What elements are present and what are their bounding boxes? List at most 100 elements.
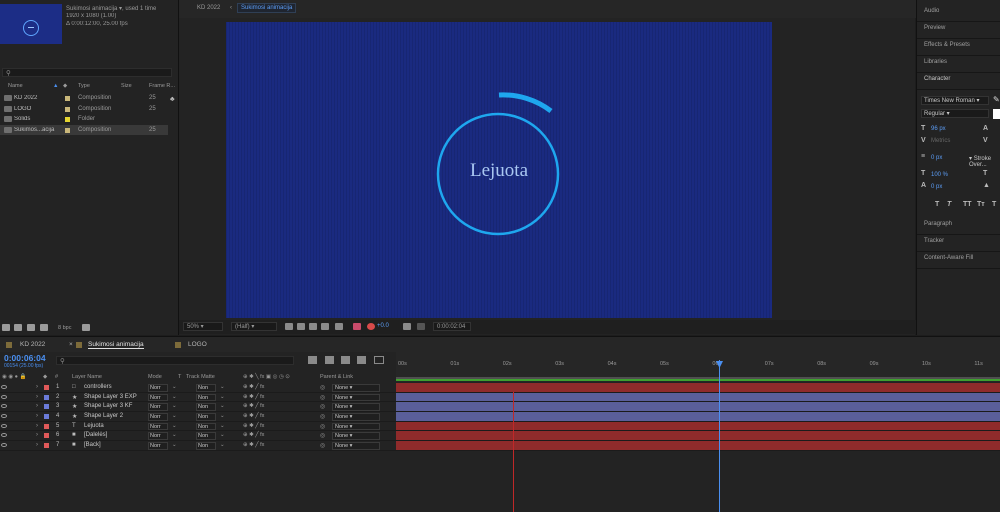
layer-row[interactable]: › 2 ★ Shape Layer 3 EXP Norr ⌄ Non ⌄ ⊕ ✱ ╱ fx ◎ No… [0,393,396,403]
label-color-swatch[interactable] [44,443,49,449]
superscript-button[interactable]: T [992,201,996,208]
playhead-line[interactable] [719,360,720,512]
resolution-dropdown[interactable]: (Half) ▾ [231,322,277,331]
timeline-tab-kd2022[interactable]: KD 2022 [20,341,45,348]
layer-duration-bar[interactable] [396,421,1000,432]
draft-3d-icon[interactable] [325,356,334,364]
chevron-down-icon[interactable]: ⌄ [220,384,225,390]
layer-name[interactable]: [Back] [84,442,101,448]
chevron-down-icon[interactable]: ⌄ [220,403,225,409]
color-channels-icon[interactable] [353,323,361,330]
track-matte-dropdown[interactable]: Non [196,432,216,440]
layer-switches[interactable]: ⊕ ✱ ╱ fx [243,432,264,438]
viewer-timecode[interactable]: 0:00:02:04 [433,322,471,331]
layer-row[interactable]: › 7 ■ [Back] Norr ⌄ Non ⌄ ⊕ ✱ ╱ fx ◎ None ▾ [0,441,396,451]
layer-duration-bar[interactable] [396,431,1000,442]
eye-icon[interactable] [1,404,7,409]
panel-audio[interactable]: Audio [917,5,1000,22]
chevron-down-icon[interactable]: ⌄ [220,413,225,419]
label-color-swatch[interactable] [44,385,49,390]
faux-italic-button[interactable]: T [947,201,951,208]
comp-mini-flowchart-icon[interactable] [308,356,317,364]
layer-duration-bar[interactable] [396,383,1000,393]
column-frame-rate[interactable]: Frame R... [149,83,175,89]
parent-dropdown[interactable]: None ▾ [332,384,380,392]
chevron-down-icon[interactable]: ⌄ [220,432,225,438]
column-type[interactable]: Type [78,83,90,89]
label-color-swatch[interactable] [44,404,49,410]
project-item[interactable]: Sukimos...acija Composition 25 [0,124,168,135]
font-size-value[interactable]: 96 px [931,126,946,132]
column-size[interactable]: Size [121,83,132,89]
layer-name[interactable]: [Dalelės] [84,432,107,438]
layer-name[interactable]: Shape Layer 2 [84,413,123,419]
transparency-grid-icon[interactable] [297,323,305,330]
layer-name[interactable]: controllers [84,384,112,390]
layer-switches[interactable]: ⊕ ✱ ╱ fx [243,413,264,419]
chevron-down-icon[interactable]: ⌄ [172,423,177,429]
track-matte-dropdown[interactable]: Non [196,403,216,411]
project-search-input[interactable]: ⚲ [2,68,172,77]
chevron-down-icon[interactable]: ⌄ [172,403,177,409]
project-comp-name[interactable]: Sukimosi animacija ▾, used 1 time [66,5,156,12]
pickwhip-icon[interactable]: ◎ [320,384,325,391]
eye-icon[interactable] [1,414,7,419]
label-color-swatch[interactable] [65,127,70,133]
parent-dropdown[interactable]: None ▾ [332,442,380,450]
chevron-down-icon[interactable]: ⌄ [172,394,177,400]
blend-mode-dropdown[interactable]: Norr [148,403,168,411]
layer-row[interactable]: › 5 T Lejuota Norr ⌄ Non ⌄ ⊕ ✱ ╱ fx ◎ None ▾ [0,422,396,432]
grid-icon[interactable] [335,323,343,330]
composition-canvas[interactable]: Lejuota [226,22,772,318]
project-item[interactable]: LOGO Composition 25 [0,104,168,115]
viewer-tab-sukimosi[interactable]: Sukimosi animacija [237,3,297,13]
layer-row[interactable]: › 1 □ controllers Norr ⌄ Non ⌄ ⊕ ✱ ╱ fx ◎ None ▾ [0,383,396,393]
exposure-value[interactable]: +0.0 [377,323,389,329]
column-mode[interactable]: Mode [148,374,162,380]
panel-paragraph[interactable]: Paragraph [917,218,1000,235]
layer-duration-bar[interactable] [396,412,1000,422]
motion-blur-icon[interactable] [357,356,366,364]
track-matte-dropdown[interactable]: Non [196,442,216,450]
expand-arrow-icon[interactable]: › [36,413,38,419]
arrow-left-icon[interactable]: ‹ [230,5,232,11]
pickwhip-icon[interactable]: ◎ [320,442,325,449]
show-snapshot-icon[interactable] [417,323,425,330]
project-item[interactable]: KD 2022 Composition 25 [0,93,168,104]
fill-color-swatch[interactable] [993,109,1000,119]
expand-arrow-icon[interactable]: › [36,442,38,448]
column-name[interactable]: Name [8,83,23,89]
track-matte-dropdown[interactable]: Non [196,413,216,421]
label-color-swatch[interactable] [65,117,70,122]
layer-duration-bar[interactable] [396,402,1000,413]
eye-icon[interactable] [1,394,7,399]
label-color-swatch[interactable] [44,394,49,400]
eyedropper-icon[interactable]: ✎ [993,95,1000,104]
parent-dropdown[interactable]: None ▾ [332,393,380,402]
small-caps-button[interactable]: Tт [977,201,985,208]
sort-arrow-icon[interactable]: ▲ [53,83,58,89]
layer-switches[interactable]: ⊕ ✱ ╱ fx [243,384,264,390]
panel-content-aware-fill[interactable]: Content-Aware Fill [917,252,1000,269]
eye-icon[interactable] [1,385,7,389]
panel-character[interactable]: Character [917,73,1000,90]
snapshot-icon[interactable] [403,323,411,330]
font-style-dropdown[interactable]: Regular ▾ [921,109,989,118]
layer-switches[interactable]: ⊕ ✱ ╱ fx [243,403,264,409]
vertical-scale-value[interactable]: 100 % [931,172,948,178]
layer-name[interactable]: Lejuota [84,423,104,429]
parent-dropdown[interactable]: None ▾ [332,422,380,431]
panel-tracker[interactable]: Tracker [917,235,1000,252]
project-item[interactable]: Solids Folder [0,114,168,125]
layer-duration-bar[interactable] [396,441,1000,451]
label-column-icon[interactable]: ◆ [63,83,67,89]
fast-previews-icon[interactable] [285,323,293,330]
render-queue-icon[interactable] [40,324,48,331]
layer-row[interactable]: › 6 ■ [Dalelės] Norr ⌄ Non ⌄ ⊕ ✱ ╱ fx ◎ None ▾ [0,431,396,442]
layer-row[interactable]: › 4 ★ Shape Layer 2 Norr ⌄ Non ⌄ ⊕ ✱ ╱ fx ◎ None ▾ [0,412,396,422]
new-folder-icon[interactable] [14,324,22,331]
pickwhip-icon[interactable]: ◎ [320,403,325,410]
chevron-down-icon[interactable]: ⌄ [220,423,225,429]
font-family-dropdown[interactable]: Times New Roman ▾ [921,96,989,105]
region-of-interest-icon[interactable] [321,323,329,330]
